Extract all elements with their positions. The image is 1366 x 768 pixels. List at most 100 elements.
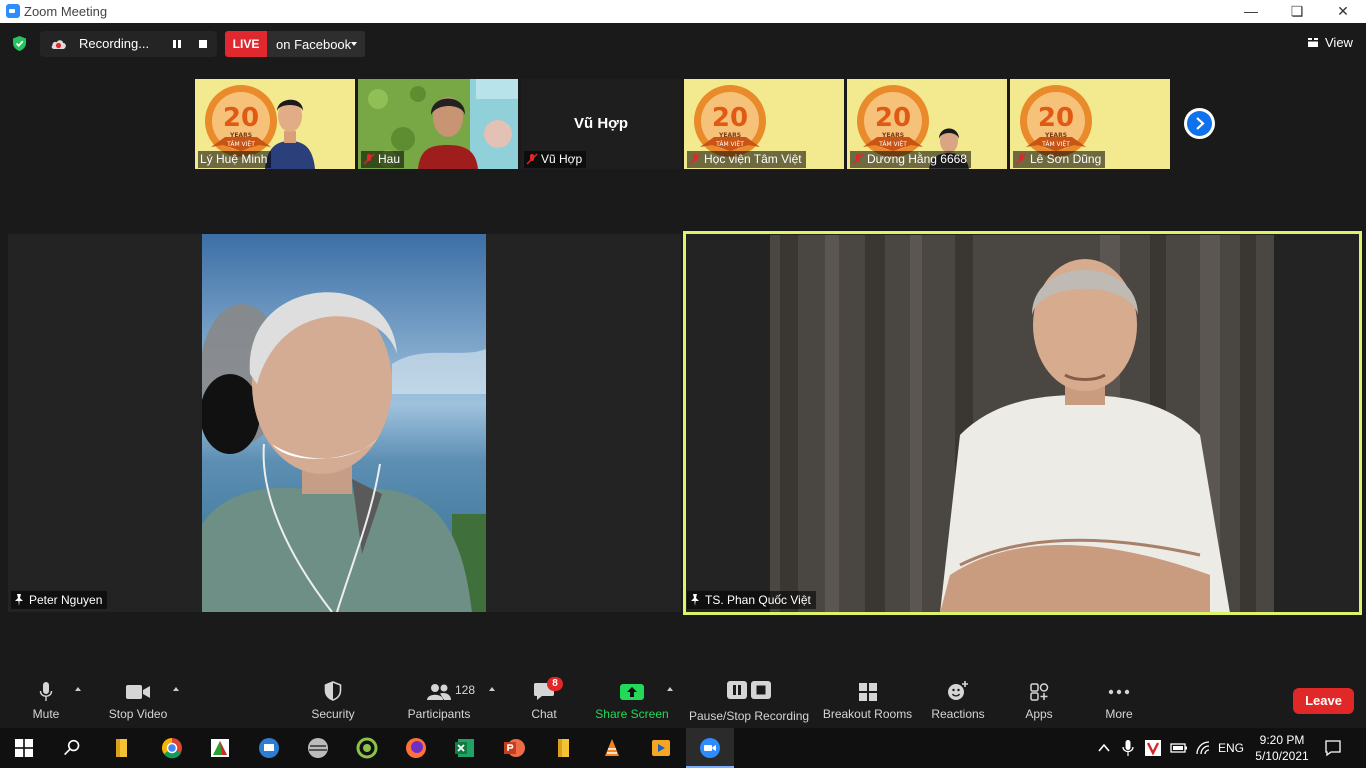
participant-tile[interactable]: 20 YEARS TÂM VIỆT Dương Hằng 6668 bbox=[847, 79, 1007, 169]
microphone-icon bbox=[39, 682, 53, 701]
participants-button[interactable]: 128 Participants bbox=[404, 672, 476, 726]
participant-tile[interactable]: 20 YEARS TÂM VIỆT Lý Huệ Minh bbox=[195, 79, 355, 169]
participants-count: 128 bbox=[455, 683, 476, 697]
chevron-up-icon[interactable] bbox=[1098, 742, 1110, 754]
stop-recording-icon[interactable] bbox=[199, 40, 207, 48]
participant-name: Lý Huệ Minh bbox=[198, 151, 272, 168]
stop-video-button[interactable]: Stop Video bbox=[103, 672, 173, 726]
video-pane-active-speaker[interactable]: TS. Phan Quốc Việt bbox=[683, 231, 1362, 615]
apps-icon bbox=[1030, 683, 1049, 701]
zoom-app-icon bbox=[6, 4, 20, 18]
mic-muted-icon bbox=[852, 153, 864, 165]
restore-button[interactable]: ❏ bbox=[1274, 0, 1320, 23]
reactions-button[interactable]: Reactions bbox=[926, 672, 990, 726]
live-badge: LIVE bbox=[225, 31, 267, 57]
participant-name: Vũ Hợp bbox=[524, 151, 587, 168]
chevron-up-icon bbox=[75, 687, 81, 691]
start-button[interactable] bbox=[0, 728, 48, 768]
share-options-button[interactable] bbox=[662, 672, 678, 726]
video-options-button[interactable] bbox=[168, 672, 184, 726]
emoji-plus-icon bbox=[948, 681, 968, 700]
grid-view-icon bbox=[1308, 38, 1318, 47]
taskbar-app[interactable] bbox=[588, 728, 636, 768]
powerpoint-icon bbox=[504, 739, 525, 757]
app-icon bbox=[356, 737, 378, 759]
meeting-toolbar: Mute Stop Video Security 128 Participant… bbox=[0, 672, 1366, 726]
live-stream-menu[interactable]: LIVE on Facebook bbox=[225, 31, 365, 57]
share-screen-button[interactable]: Share Screen bbox=[594, 672, 670, 726]
share-screen-icon bbox=[620, 684, 644, 700]
taskbar-app-zoom[interactable] bbox=[686, 728, 734, 768]
vlc-icon bbox=[605, 739, 619, 756]
svg-text:TÂM VIỆT: TÂM VIỆT bbox=[1041, 140, 1070, 148]
system-clock[interactable]: 9:20 PM 5/10/2021 bbox=[1252, 732, 1312, 764]
participant-tile[interactable]: Vũ Hợp Vũ Hợp bbox=[521, 79, 681, 169]
taskbar-app[interactable] bbox=[294, 728, 342, 768]
app-icon bbox=[259, 738, 279, 758]
participant-tile[interactable]: 20 YEARS TÂM VIỆT Lê Sơn Dũng bbox=[1010, 79, 1170, 169]
apps-button[interactable]: Apps bbox=[1012, 672, 1066, 726]
chevron-down-icon bbox=[351, 42, 357, 46]
taskbar-app[interactable] bbox=[490, 728, 538, 768]
pause-recording-icon[interactable] bbox=[171, 38, 183, 50]
svg-text:TÂM VIỆT: TÂM VIỆT bbox=[715, 140, 744, 148]
taskbar-app[interactable] bbox=[392, 728, 440, 768]
antivirus-icon[interactable] bbox=[1144, 739, 1162, 757]
notification-center-icon[interactable] bbox=[1324, 739, 1342, 757]
participant-tile[interactable]: 20 YEARS TÂM VIỆT Học viện Tâm Việt bbox=[684, 79, 844, 169]
taskbar-app[interactable] bbox=[343, 728, 391, 768]
taskbar-app[interactable] bbox=[245, 728, 293, 768]
participant-name-label: Peter Nguyen bbox=[11, 591, 108, 609]
chevron-up-icon bbox=[489, 687, 495, 691]
breakout-rooms-button[interactable]: Breakout Rooms bbox=[820, 672, 915, 726]
mic-muted-icon bbox=[526, 153, 538, 165]
participant-name: Hau bbox=[361, 151, 405, 168]
svg-text:20: 20 bbox=[1038, 103, 1074, 133]
window-titlebar: Zoom Meeting — ❏ ✕ bbox=[0, 0, 1366, 23]
svg-text:20: 20 bbox=[223, 103, 259, 133]
participants-icon bbox=[427, 684, 451, 700]
video-camera-icon bbox=[126, 685, 150, 699]
cloud-record-icon bbox=[51, 40, 66, 49]
input-language[interactable]: ENG bbox=[1218, 741, 1244, 755]
participants-options-button[interactable] bbox=[484, 672, 500, 726]
participant-name-label: TS. Phan Quốc Việt bbox=[687, 591, 816, 609]
audio-options-button[interactable] bbox=[70, 672, 86, 726]
media-player-icon bbox=[652, 740, 670, 756]
close-button[interactable]: ✕ bbox=[1320, 0, 1366, 23]
mic-muted-icon bbox=[1015, 153, 1027, 165]
more-button[interactable]: More bbox=[1092, 672, 1146, 726]
svg-text:YEARS: YEARS bbox=[229, 132, 252, 139]
wifi-icon[interactable] bbox=[1195, 740, 1211, 756]
next-page-button[interactable] bbox=[1184, 108, 1215, 139]
file-explorer-icon bbox=[558, 739, 569, 757]
leave-button[interactable]: Leave bbox=[1293, 688, 1354, 714]
taskbar-app[interactable] bbox=[148, 728, 196, 768]
pause-stop-recording-button[interactable]: Pause/Stop Recording bbox=[689, 672, 809, 726]
minimize-button[interactable]: — bbox=[1228, 0, 1274, 23]
taskbar-app[interactable] bbox=[539, 728, 587, 768]
taskbar-app[interactable] bbox=[441, 728, 489, 768]
mute-button[interactable]: Mute bbox=[16, 672, 76, 726]
firefox-icon bbox=[406, 738, 426, 758]
svg-text:TÂM VIỆT: TÂM VIỆT bbox=[226, 140, 255, 148]
shield-icon bbox=[324, 681, 342, 701]
view-button[interactable]: View bbox=[1304, 31, 1358, 55]
search-button[interactable] bbox=[48, 728, 96, 768]
taskbar-app[interactable] bbox=[637, 728, 685, 768]
chevron-up-icon bbox=[667, 687, 673, 691]
chevron-up-icon bbox=[173, 687, 179, 691]
security-button[interactable]: Security bbox=[303, 672, 363, 726]
taskbar-app[interactable] bbox=[97, 728, 145, 768]
participant-video bbox=[770, 235, 1274, 612]
battery-icon[interactable] bbox=[1170, 741, 1188, 755]
microphone-icon[interactable] bbox=[1122, 739, 1134, 757]
zoom-icon bbox=[700, 738, 720, 758]
chat-button[interactable]: 8 Chat bbox=[514, 672, 574, 726]
svg-text:20: 20 bbox=[712, 103, 748, 133]
participant-tile[interactable]: Hau bbox=[358, 79, 518, 169]
view-label: View bbox=[1325, 35, 1353, 50]
encryption-shield-icon[interactable] bbox=[11, 35, 28, 52]
video-pane-peter[interactable]: Peter Nguyen bbox=[8, 234, 681, 612]
taskbar-app[interactable] bbox=[196, 728, 244, 768]
